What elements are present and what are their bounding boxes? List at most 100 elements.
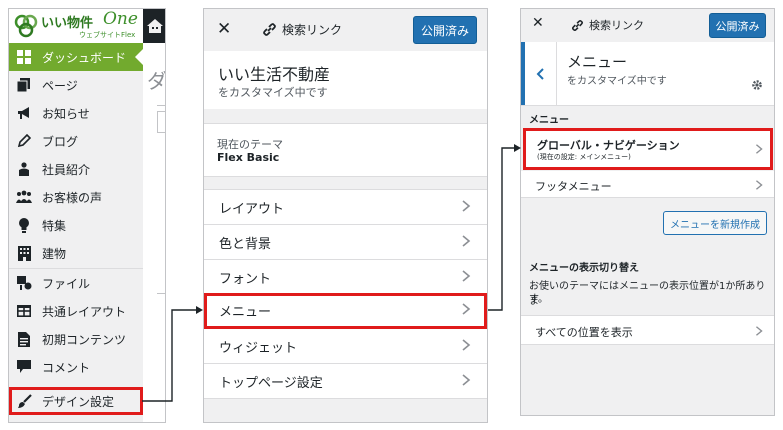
active-pointer <box>135 49 143 65</box>
link-icon <box>263 23 276 36</box>
section-title: メニュー <box>567 53 628 71</box>
site-title: いい生活不動産 <box>218 65 331 84</box>
section-widgets[interactable]: ウィジェット <box>204 329 487 364</box>
search-link[interactable]: 検索リンク <box>262 21 342 38</box>
create-menu-button[interactable]: メニューを新規作成 <box>663 211 767 235</box>
menu-item-news[interactable]: お知らせ <box>9 99 143 127</box>
arrowhead-1 <box>196 306 203 314</box>
edge-divider-2 <box>157 293 165 294</box>
admin-menu: ダッシュボード ページ お知らせ ブログ 社員紹介 お客様の声 特集 建物 ファ… <box>9 43 143 422</box>
menu-item-label: お客様の声 <box>42 190 103 205</box>
menu-item-label: ファイル <box>42 276 91 291</box>
section-label: メニュー <box>219 305 272 320</box>
search-link-label: 検索リンク <box>282 23 343 37</box>
menu-item-blog[interactable]: ブログ <box>9 127 143 155</box>
dashboard-icon <box>16 49 32 65</box>
view-all-locations[interactable]: すべての位置を表示 <box>521 315 774 345</box>
partial-heading: ダ <box>147 69 166 93</box>
chevron-right-icon <box>462 270 471 282</box>
back-button[interactable] <box>521 42 557 105</box>
menu-item-label: デザイン設定 <box>42 394 115 409</box>
chevron-right-icon <box>462 374 471 386</box>
section-homepage[interactable]: トップページ設定 <box>204 364 487 399</box>
pencil-icon <box>16 133 32 149</box>
section-layout[interactable]: レイアウト <box>204 190 487 225</box>
home-button[interactable] <box>143 9 165 43</box>
home-icon <box>147 19 163 33</box>
customizer-root-panel: ✕ 検索リンク 公開済み いい生活不動産 をカスタマイズ中です 現在のテーマ F… <box>203 8 488 423</box>
location-note: (現在の設定: メインメニュー) <box>537 153 631 161</box>
menu-item-files[interactable]: ファイル <box>9 269 143 297</box>
theme-name: Flex Basic <box>217 151 280 164</box>
menu-item-dashboard[interactable]: ダッシュボード <box>9 43 143 71</box>
section-header: メニュー をカスタマイズ中です <box>521 42 774 106</box>
menu-item-initial-content[interactable]: 初期コンテンツ <box>9 325 143 353</box>
logo-title: いい物件 <box>41 16 94 31</box>
menu-item-label: 建物 <box>42 246 67 261</box>
section-label: 色と背景 <box>219 236 272 252</box>
menu-item-comments[interactable]: コメント <box>9 353 143 381</box>
admin-sidebar-panel: いい物件 One ウェブサイトFlex ダッシュボード ページ お知らせ ブログ… <box>8 8 166 423</box>
toggle-description-cont: す。 <box>529 294 548 305</box>
location-footer-menu[interactable]: フッタメニュー <box>521 171 774 198</box>
search-link-label: 検索リンク <box>589 19 644 32</box>
menu-item-staff[interactable]: 社員紹介 <box>9 155 143 183</box>
menu-item-label: 共通レイアウト <box>42 304 127 319</box>
menu-item-label: お知らせ <box>42 106 90 121</box>
section-label: トップページ設定 <box>219 375 323 391</box>
menu-item-label: 社員紹介 <box>42 162 91 177</box>
close-icon[interactable]: ✕ <box>217 19 231 39</box>
menu-item-feature[interactable]: 特集 <box>9 211 143 239</box>
building-icon <box>16 245 32 261</box>
section-label: ウィジェット <box>219 340 298 356</box>
comment-icon <box>16 359 32 375</box>
toggle-description: お使いのテーマにはメニューの表示位置が1か所ありま <box>529 281 766 307</box>
brush-icon <box>16 393 32 409</box>
gear-icon[interactable] <box>751 79 763 91</box>
chevron-right-icon <box>462 303 471 315</box>
menu-item-pages[interactable]: ページ <box>9 71 143 99</box>
logo-italic: One <box>103 9 138 29</box>
site-title-box: いい生活不動産 をカスタマイズ中です <box>204 51 487 109</box>
megaphone-icon <box>16 105 32 121</box>
site-subtitle: をカスタマイズ中です <box>218 86 328 99</box>
menu-item-label: 特集 <box>42 218 67 233</box>
menu-item-design-settings[interactable]: デザイン設定 <box>9 387 143 415</box>
customizer-header: ✕ 検索リンク 公開済み <box>521 9 774 43</box>
menu-item-buildings[interactable]: 建物 <box>9 239 143 267</box>
site-logo[interactable]: いい物件 One ウェブサイトFlex <box>9 9 143 43</box>
section-subtitle: をカスタマイズ中です <box>567 76 667 87</box>
section-menus[interactable]: メニュー <box>204 293 487 329</box>
location-label: グローバル・ナビゲーション <box>537 139 680 152</box>
menu-item-label: ブログ <box>42 134 79 149</box>
publish-button[interactable]: 公開済み <box>709 13 766 38</box>
lightbulb-icon <box>16 217 32 233</box>
toggle-heading: メニューの表示切り替え <box>529 263 639 274</box>
chevron-right-icon <box>462 200 471 212</box>
content-edge: ダ <box>143 43 166 422</box>
person-icon <box>16 161 32 177</box>
section-fonts[interactable]: フォント <box>204 260 487 295</box>
connector-arrow-2 <box>488 147 517 311</box>
group-icon <box>16 189 32 205</box>
close-icon[interactable]: ✕ <box>532 15 544 31</box>
theme-caption: 現在のテーマ <box>217 138 283 151</box>
menu-item-label: ページ <box>42 78 78 93</box>
publish-button[interactable]: 公開済み <box>413 16 477 44</box>
edge-input <box>157 111 165 133</box>
logo-sub: ウェブサイトFlex <box>79 31 136 39</box>
section-colors[interactable]: 色と背景 <box>204 225 487 260</box>
search-link[interactable]: 検索リンク <box>571 17 644 33</box>
chevron-right-icon <box>462 235 471 247</box>
menu-item-voices[interactable]: お客様の声 <box>9 183 143 211</box>
menus-section-panel: ✕ 検索リンク 公開済み メニュー をカスタマイズ中です メニュー グローバル・… <box>520 8 775 416</box>
edge-divider <box>157 105 165 106</box>
table-icon <box>16 303 32 319</box>
menu-item-label: 初期コンテンツ <box>42 332 127 347</box>
chevron-right-icon <box>755 326 763 336</box>
location-label: フッタメニュー <box>535 180 612 193</box>
menu-item-layout[interactable]: 共通レイアウト <box>9 297 143 325</box>
document-icon <box>16 331 32 347</box>
location-global-nav[interactable]: グローバル・ナビゲーション (現在の設定: メインメニュー) <box>523 128 773 170</box>
media-icon <box>16 275 32 291</box>
